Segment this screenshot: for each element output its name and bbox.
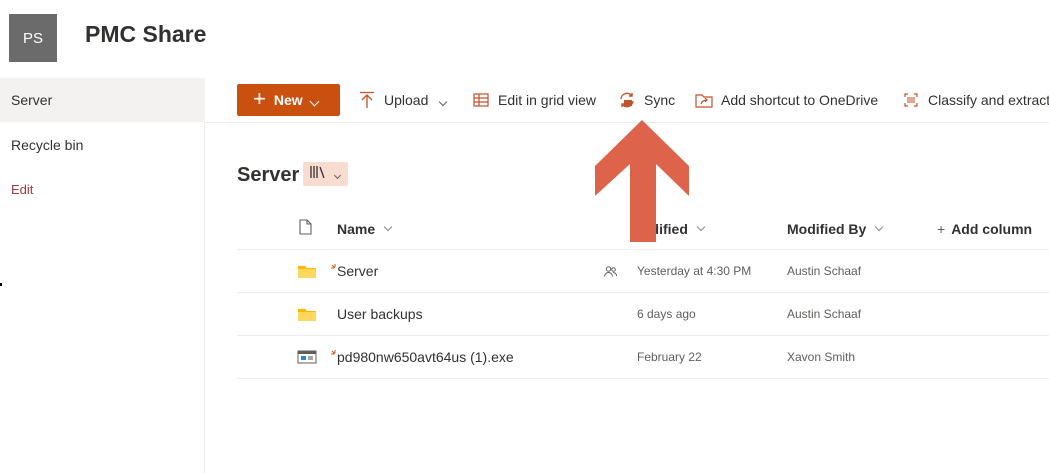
site-title[interactable]: PMC Share bbox=[85, 21, 206, 48]
add-column-label: Add column bbox=[951, 220, 1033, 237]
site-header: PS PMC Share bbox=[0, 0, 1049, 78]
chevron-down-icon bbox=[439, 92, 448, 108]
file-name-link[interactable]: User backups bbox=[337, 293, 423, 335]
modified-by[interactable]: Austin Schaaf bbox=[787, 293, 861, 335]
nav-edit-label: Edit bbox=[11, 181, 34, 197]
command-bar: + New Upload Edit in grid view Sync Add … bbox=[205, 78, 1049, 123]
folder-icon bbox=[297, 250, 317, 292]
plus-icon: + bbox=[253, 86, 266, 111]
site-logo[interactable]: PS bbox=[9, 14, 57, 62]
plus-icon: + bbox=[937, 220, 946, 237]
chevron-down-icon bbox=[696, 222, 706, 231]
upload-label: Upload bbox=[384, 92, 429, 108]
library-title: Server bbox=[237, 164, 300, 186]
folder-icon bbox=[297, 293, 317, 335]
exe-file-icon bbox=[297, 336, 317, 378]
modified-by[interactable]: Xavon Smith bbox=[787, 336, 855, 378]
add-column-button[interactable]: + Add column bbox=[937, 207, 1032, 250]
edit-grid-view-label: Edit in grid view bbox=[498, 92, 597, 108]
column-header-label: Name bbox=[337, 220, 376, 237]
grid-icon bbox=[472, 91, 490, 109]
upload-icon bbox=[358, 91, 376, 109]
nav-edit-link[interactable]: Edit bbox=[0, 167, 205, 211]
edit-grid-view-button[interactable]: Edit in grid view bbox=[472, 78, 596, 122]
column-header-name[interactable]: Name bbox=[337, 207, 393, 250]
column-header-label: Modified By bbox=[787, 220, 867, 237]
library-view-icon bbox=[309, 164, 329, 185]
modified-date: Yesterday at 4:30 PM bbox=[637, 264, 752, 278]
chevron-down-icon bbox=[309, 92, 320, 108]
shortcut-icon bbox=[695, 91, 713, 109]
sync-button[interactable]: Sync bbox=[618, 78, 675, 122]
chevron-down-icon bbox=[875, 222, 884, 231]
new-button-label: New bbox=[273, 92, 303, 108]
file-name-link[interactable]: Server bbox=[337, 250, 378, 292]
left-nav: Server Recycle bin Edit bbox=[0, 78, 205, 473]
add-shortcut-button[interactable]: Add shortcut to OneDrive bbox=[695, 78, 878, 122]
divider-mark bbox=[0, 283, 2, 286]
nav-item-label: Server bbox=[11, 92, 53, 108]
nav-item-label: Recycle bin bbox=[11, 137, 84, 153]
new-button[interactable]: + New bbox=[237, 84, 340, 116]
upload-button[interactable]: Upload bbox=[358, 78, 448, 122]
annotation-arrow-icon bbox=[595, 120, 689, 242]
file-type-header[interactable] bbox=[299, 207, 312, 250]
modified-date: 6 days ago bbox=[637, 307, 696, 321]
nav-item-server[interactable]: Server bbox=[0, 78, 205, 122]
view-switcher[interactable] bbox=[303, 162, 348, 186]
add-shortcut-label: Add shortcut to OneDrive bbox=[721, 92, 879, 108]
sync-icon bbox=[618, 91, 636, 109]
classify-icon bbox=[902, 91, 920, 109]
table-row[interactable]: User backups 6 days ago Austin Schaaf bbox=[237, 293, 1049, 336]
nav-item-recycle-bin[interactable]: Recycle bin bbox=[0, 123, 205, 167]
classify-extract-label: Classify and extract bbox=[928, 92, 1049, 108]
table-row[interactable]: pd980nw650avt64us (1).exe February 22 Xa… bbox=[237, 336, 1049, 379]
modified-by[interactable]: Austin Schaaf bbox=[787, 250, 861, 292]
document-icon bbox=[299, 219, 312, 238]
chevron-down-icon bbox=[333, 165, 342, 183]
table-row[interactable]: Server Yesterday at 4:30 PM Austin Schaa… bbox=[237, 250, 1049, 293]
column-header-modified-by[interactable]: Modified By bbox=[787, 207, 884, 250]
shared-icon bbox=[604, 250, 617, 292]
sync-label: Sync bbox=[644, 92, 676, 108]
classify-extract-button[interactable]: Classify and extract bbox=[902, 78, 1049, 122]
chevron-down-icon bbox=[383, 222, 393, 231]
modified-date: February 22 bbox=[637, 350, 702, 364]
file-name-link[interactable]: pd980nw650avt64us (1).exe bbox=[337, 336, 514, 378]
